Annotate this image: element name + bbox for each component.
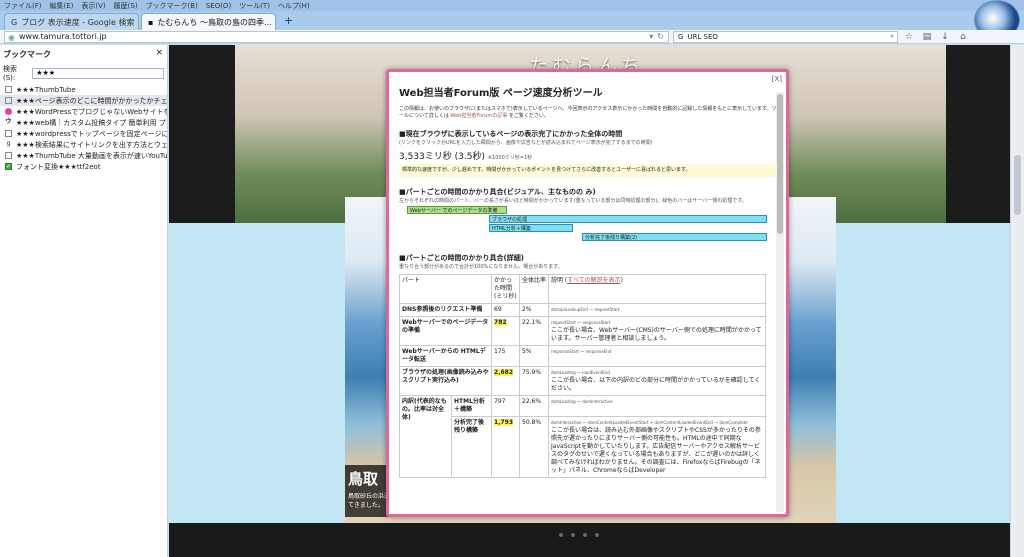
menu-seo[interactable]: SEO(O) — [206, 2, 231, 10]
bookmark-item[interactable]: ウ★★★web構｜カスタム投稿タイプ 簡単利用 プラグイン... — [0, 117, 167, 128]
bookmarks-sidebar: ブックマーク × 検索(S): ★★★ThumbTube ★★★ページ表示のどこ… — [0, 45, 168, 557]
close-icon[interactable]: × — [155, 48, 163, 58]
tab-google-search[interactable]: G ブログ 表示速度 - Google 検索 × — [4, 13, 139, 30]
col-desc: 説明 (すべての解説を表示) — [548, 274, 766, 304]
total-time-value: 3,533ミリ秒 (3.5秒) ※1000ミリ秒=1秒 — [399, 152, 533, 162]
bookmark-item[interactable]: ✓ フォント変換★★★ttf2eot — [0, 161, 167, 172]
new-tab-button[interactable]: + — [278, 14, 299, 27]
page-icon — [5, 152, 12, 159]
slider-dots — [559, 533, 599, 537]
speed-verdict-note: 標準的な速度ですが、少し遅めです。時間がかかっているポイントを見つけてさらに改善… — [399, 164, 777, 177]
tab-label: ブログ 表示速度 - Google 検索 — [21, 17, 135, 27]
search-bar[interactable]: G URL SEO ⌕ — [673, 30, 898, 43]
bookmark-search-input[interactable] — [32, 67, 164, 79]
menu-bookmarks[interactable]: ブックマーク(B) — [146, 1, 198, 11]
w-icon: ウ — [5, 118, 12, 125]
slider-dot[interactable] — [583, 533, 587, 537]
col-time: かかった時間(ミリ秒) — [491, 274, 521, 304]
article-link[interactable]: Web担当者Forumの記事 — [450, 113, 507, 119]
sidebar-title: ブックマーク — [3, 50, 51, 59]
clipboard-icon[interactable]: ▤ — [920, 32, 934, 42]
bookmark-item[interactable]: ★★★wordpressでトップページを固定ページに設定して新... — [0, 128, 167, 139]
table-row: DNS参照後のリクエスト準備 69 2% domainLookupEnd 〜 r… — [398, 303, 766, 317]
slider-dot[interactable] — [571, 533, 575, 537]
col-ratio: 全体比率 — [519, 274, 550, 304]
google-icon: G — [11, 17, 18, 27]
section-total-time-sub: (リンクをクリックかURLを入力した瞬間から、画像や広告などが読み込まれてページ… — [399, 140, 653, 146]
sidebar-search: 検索(S): — [0, 62, 167, 84]
search-label: 検索(S): — [3, 65, 17, 82]
timing-bar: 分析完了後残り構築(2) — [582, 233, 767, 241]
dialog-close-button[interactable]: [X] — [772, 75, 782, 83]
table-row: Webサーバーからの HTMLデータ転送 175 5% responseStar… — [398, 345, 766, 367]
reload-icon[interactable]: ↻ — [657, 32, 664, 41]
nav-bar: ◉ www.tamura.tottori.jp ▾ ↻ G URL SEO ⌕ ☆… — [0, 30, 1024, 44]
table-row: 分析完了後残り構築 1,793 50.8% domInteractive 〜 d… — [400, 416, 766, 478]
section-detail-title: ■パートごとの時間のかかり具合(詳細) — [399, 254, 524, 262]
search-text: URL SEO — [687, 32, 718, 41]
page-icon — [5, 97, 12, 104]
table-header: パート かかった時間(ミリ秒) 全体比率 説明 (すべての解説を表示) — [398, 274, 766, 304]
table-row: Webサーバーでのページデータの準備 782 22.1% requestStar… — [398, 316, 766, 346]
table-row: ブラウザの処理(画像読み込みやスクリプト実行込み) 2,682 75.9% do… — [398, 366, 766, 396]
speed-analysis-dialog: [X] Web担当者Forum版 ページ速度分析ツール この情報は、お使いのブラ… — [386, 69, 789, 517]
dialog-intro: この情報は、お使いのブラウザに(またはスマホで)表示しているページへ、今回表示の… — [399, 106, 777, 119]
url-bar[interactable]: ◉ www.tamura.tottori.jp ▾ ↻ — [4, 30, 669, 43]
show-all-explanations-link[interactable]: すべての解説を表示 — [567, 277, 620, 284]
section-total-time-title: ■現在ブラウザに表示しているページの表示完了にかかった全体の時間 — [399, 130, 623, 138]
dropdown-icon[interactable]: ▾ — [649, 32, 653, 41]
page-icon — [5, 86, 12, 93]
menu-tools[interactable]: ツール(T) — [239, 1, 270, 11]
dialog-title: Web担当者Forum版 ページ速度分析ツール — [399, 88, 603, 99]
dialog-scrollbar[interactable] — [776, 92, 784, 512]
col-part: パート — [398, 274, 493, 304]
bookmark-item[interactable]: ★★★WordPressでブログじゃないWebサイトを作るための... — [0, 106, 167, 117]
url-text: www.tamura.tottori.jp — [19, 32, 107, 41]
slider-dot[interactable] — [595, 533, 599, 537]
timing-bars: Webサーバー でのページデータの準備 ブラウザの処理 HTML分析＋構築 分析… — [399, 206, 777, 241]
checkmark-icon: ✓ — [5, 163, 12, 170]
menu-edit[interactable]: 編集(E) — [50, 1, 74, 11]
timing-bar: HTML分析＋構築 — [489, 224, 573, 232]
scrollbar-thumb[interactable] — [1014, 155, 1021, 215]
google-icon: G — [678, 32, 684, 41]
close-icon[interactable]: × — [138, 18, 139, 27]
slider-strip — [169, 523, 1024, 557]
menu-view[interactable]: 表示(V) — [81, 1, 105, 11]
star-icon[interactable]: ☆ — [902, 32, 916, 42]
table-row: 内訳(代表的なもの。比率は対全体) HTML分析＋構築 797 22.6% do… — [399, 395, 766, 478]
bookmark-item[interactable]: ★★★ThumbTube 大量動画を表示が速いYouTubeサ... — [0, 150, 167, 161]
menu-history[interactable]: 履歴(S) — [114, 1, 138, 11]
menu-bar: ファイル(F) 編集(E) 表示(V) 履歴(S) ブックマーク(B) SEO(… — [0, 0, 1024, 11]
timing-bar: ブラウザの処理 — [489, 215, 767, 223]
page-icon: ▪ — [148, 17, 154, 27]
tab-tamuranchi[interactable]: ▪ たむらんち 〜鳥取の島の四季... × — [141, 13, 276, 30]
slider-dot[interactable] — [559, 533, 563, 537]
search-icon[interactable]: ⌕ — [890, 32, 897, 41]
tab-bar: G ブログ 表示速度 - Google 検索 × ▪ たむらんち 〜鳥取の島の四… — [0, 11, 1024, 30]
page-scrollbar[interactable] — [1010, 45, 1024, 557]
timing-bar: Webサーバー でのページデータの準備 — [407, 206, 507, 214]
g-icon: g — [6, 140, 11, 147]
timing-table: パート かかった時間(ミリ秒) 全体比率 説明 (すべての解説を表示) DNS参… — [398, 274, 766, 478]
menu-file[interactable]: ファイル(F) — [4, 1, 42, 11]
scrollbar-thumb[interactable] — [777, 94, 783, 234]
section-visual-sub: 左からそれぞれの時間のパート、バーの長さが長いほど時間がかかっています(重なって… — [399, 198, 747, 204]
section-detail-sub: 重なり合う部分があるので合計が100%になりません。場合があります。 — [399, 264, 563, 270]
bookmark-item[interactable]: ★★★ページ表示のどこに時間がかかったかチェック — [0, 95, 167, 106]
home-icon[interactable]: ⌂ — [956, 32, 970, 42]
download-icon[interactable]: ↓ — [938, 32, 952, 42]
section-visual-title: ■パートごとの時間のかかり具合(ビジュアル、主なものの み) — [399, 188, 596, 196]
menu-help[interactable]: ヘルプ(H) — [278, 1, 310, 11]
bookmark-item[interactable]: g★★★検索結果にサイトリンクを出す方法とウェブマスター... — [0, 139, 167, 150]
heart-icon — [5, 108, 12, 115]
bookmark-item[interactable]: ★★★ThumbTube — [0, 84, 167, 95]
tab-label: たむらんち 〜鳥取の島の四季... — [157, 17, 272, 27]
site-identity-icon[interactable]: ◉ — [8, 33, 15, 42]
page-icon — [5, 130, 12, 137]
